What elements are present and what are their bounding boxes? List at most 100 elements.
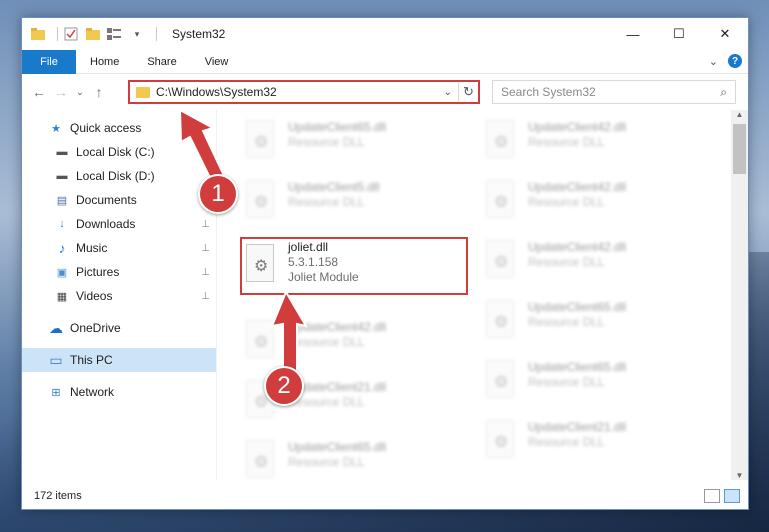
help-icon[interactable]: ? xyxy=(728,54,742,68)
dll-file-icon: ⚙ xyxy=(484,300,518,342)
scroll-up-icon[interactable]: ▲ xyxy=(731,110,748,119)
file-tile[interactable]: ⚙ UpdateClient5.dll Resource DLL xyxy=(240,174,466,230)
item-count: 172 items xyxy=(34,490,82,502)
maximize-button[interactable]: ☐ xyxy=(656,18,702,50)
tab-view[interactable]: View xyxy=(191,56,243,68)
pictures-icon: ▣ xyxy=(56,266,68,279)
sidebar-item-label: Downloads xyxy=(76,217,136,231)
tab-share[interactable]: Share xyxy=(133,56,190,68)
window-title: System32 xyxy=(172,27,226,41)
sidebar-item-downloads[interactable]: ↓ Downloads ⊥ xyxy=(22,212,216,236)
sidebar-item-documents[interactable]: ▤ Documents ⊥ xyxy=(22,188,216,212)
details-view-icon[interactable] xyxy=(704,489,720,503)
dll-file-icon: ⚙ xyxy=(484,180,518,222)
pin-icon: ⊥ xyxy=(201,290,210,302)
file-list: ⚙ UpdateClient65.dll Resource DLL ⚙ Updat… xyxy=(218,110,734,480)
file-name: UpdateClient65.dll xyxy=(528,300,627,314)
scroll-thumb[interactable] xyxy=(733,124,746,174)
dll-file-icon: ⚙ xyxy=(244,120,278,162)
file-tile[interactable]: ⚙ UpdateClient42.dll Resource DLL xyxy=(240,314,466,370)
recent-locations-button[interactable]: ⌄ xyxy=(72,87,88,98)
dll-file-icon: ⚙ xyxy=(484,360,518,402)
pane-divider xyxy=(216,110,217,480)
network-icon: ⊞ xyxy=(51,386,61,399)
sidebar-item-label: Network xyxy=(70,385,115,399)
drive-icon: ▬ xyxy=(56,170,68,182)
file-name: UpdateClient42.dll xyxy=(528,180,627,194)
file-tile[interactable]: ⚙ UpdateClient42.dll Resource DLL xyxy=(480,234,706,290)
explorer-window: ▾ System32 — ☐ ✕ File Home Share View ⌄ … xyxy=(21,17,749,510)
back-button[interactable]: ← xyxy=(28,84,50,100)
address-bar[interactable]: C:\Windows\System32 ⌄ ↻ xyxy=(128,80,480,104)
file-type: Resource DLL xyxy=(288,195,365,209)
file-type: Resource DLL xyxy=(528,435,605,449)
file-name: UpdateClient65.dll xyxy=(288,440,387,454)
vertical-scrollbar[interactable]: ▲ ▼ xyxy=(731,110,748,480)
tiles-view-icon[interactable] xyxy=(724,489,740,503)
ribbon-right: ⌄ ? xyxy=(709,54,742,68)
sidebar-item-onedrive[interactable]: ☁ OneDrive xyxy=(22,316,216,340)
sidebar-item-local-disk-c[interactable]: ▬ Local Disk (C:) xyxy=(22,140,216,164)
file-tile[interactable]: ⚙ UpdateClient21.dll Resource DLL xyxy=(480,414,706,470)
dll-file-icon: ⚙ xyxy=(244,180,278,222)
address-path: C:\Windows\System32 xyxy=(156,85,277,99)
navigation-pane: ★ Quick access ▬ Local Disk (C:) ▬ Local… xyxy=(22,110,216,480)
view-options-icon[interactable] xyxy=(107,26,123,42)
sidebar-item-quick-access[interactable]: ★ Quick access xyxy=(22,116,216,140)
file-name: UpdateClient5.dll xyxy=(288,180,380,194)
file-tile[interactable]: ⚙ UpdateClient65.dll Resource DLL xyxy=(480,294,706,350)
expand-ribbon-icon[interactable]: ⌄ xyxy=(709,55,718,68)
tab-file[interactable]: File xyxy=(22,49,76,74)
file-type: Resource DLL xyxy=(288,455,365,469)
new-folder-icon[interactable] xyxy=(85,26,101,42)
sidebar-item-label: OneDrive xyxy=(70,321,121,335)
up-button[interactable]: ↑ xyxy=(88,84,110,100)
window-controls: — ☐ ✕ xyxy=(610,18,748,50)
search-input[interactable]: Search System32 ⌕ xyxy=(492,80,736,104)
file-tile[interactable]: ⚙ UpdateClient65.dll Resource DLL xyxy=(480,354,706,410)
sidebar-item-local-disk-d[interactable]: ▬ Local Disk (D:) xyxy=(22,164,216,188)
file-type: Resource DLL xyxy=(288,335,365,349)
separator xyxy=(57,27,58,41)
music-icon: ♪ xyxy=(58,240,66,256)
file-tile[interactable]: ⚙ UpdateClient65.dll Resource DLL xyxy=(240,434,466,480)
dll-file-icon: ⚙ xyxy=(244,440,278,480)
customize-toolbar-icon[interactable]: ▾ xyxy=(129,26,145,42)
pin-icon: ⊥ xyxy=(201,266,210,278)
selection-highlight-box xyxy=(240,237,468,295)
file-type: Resource DLL xyxy=(528,135,605,149)
search-placeholder: Search System32 xyxy=(501,85,596,99)
separator xyxy=(156,27,157,41)
sidebar-item-label: Quick access xyxy=(70,121,142,135)
minimize-button[interactable]: — xyxy=(610,18,656,50)
ribbon-tabs: File Home Share View ⌄ ? xyxy=(22,49,748,74)
properties-icon[interactable] xyxy=(63,26,79,42)
close-button[interactable]: ✕ xyxy=(702,18,748,50)
sidebar-item-network[interactable]: ⊞ Network xyxy=(22,380,216,404)
sidebar-item-pictures[interactable]: ▣ Pictures ⊥ xyxy=(22,260,216,284)
dll-file-icon: ⚙ xyxy=(484,240,518,282)
file-name: UpdateClient65.dll xyxy=(528,360,627,374)
sidebar-item-music[interactable]: ♪ Music ⊥ xyxy=(22,236,216,260)
sidebar-item-videos[interactable]: ▦ Videos ⊥ xyxy=(22,284,216,308)
file-tile[interactable]: ⚙ UpdateClient65.dll Resource DLL xyxy=(240,114,466,170)
documents-icon: ▤ xyxy=(56,194,68,207)
file-name: UpdateClient65.dll xyxy=(288,120,387,134)
sidebar-item-label: Local Disk (D:) xyxy=(76,169,155,183)
forward-button[interactable]: → xyxy=(50,84,72,100)
scroll-down-icon[interactable]: ▼ xyxy=(731,471,748,480)
pc-icon: ▭ xyxy=(49,351,63,368)
pin-icon: ⊥ xyxy=(201,218,210,230)
pin-icon: ⊥ xyxy=(201,242,210,254)
sidebar-item-label: Local Disk (C:) xyxy=(76,145,155,159)
sidebar-item-this-pc[interactable]: ▭ This PC xyxy=(22,348,216,372)
file-tile[interactable]: ⚙ UpdateClient42.dll Resource DLL xyxy=(480,174,706,230)
file-tile[interactable]: ⚙ UpdateClient42.dll Resource DLL xyxy=(480,114,706,170)
sidebar-item-label: Documents xyxy=(76,193,137,207)
navigation-bar: ← → ⌄ ↑ C:\Windows\System32 ⌄ ↻ Search S… xyxy=(22,74,748,110)
tab-home[interactable]: Home xyxy=(76,56,133,68)
refresh-button[interactable]: ↻ xyxy=(458,82,478,102)
file-name: UpdateClient42.dll xyxy=(528,120,627,134)
file-name: UpdateClient42.dll xyxy=(528,240,627,254)
address-dropdown-icon[interactable]: ⌄ xyxy=(444,87,452,98)
